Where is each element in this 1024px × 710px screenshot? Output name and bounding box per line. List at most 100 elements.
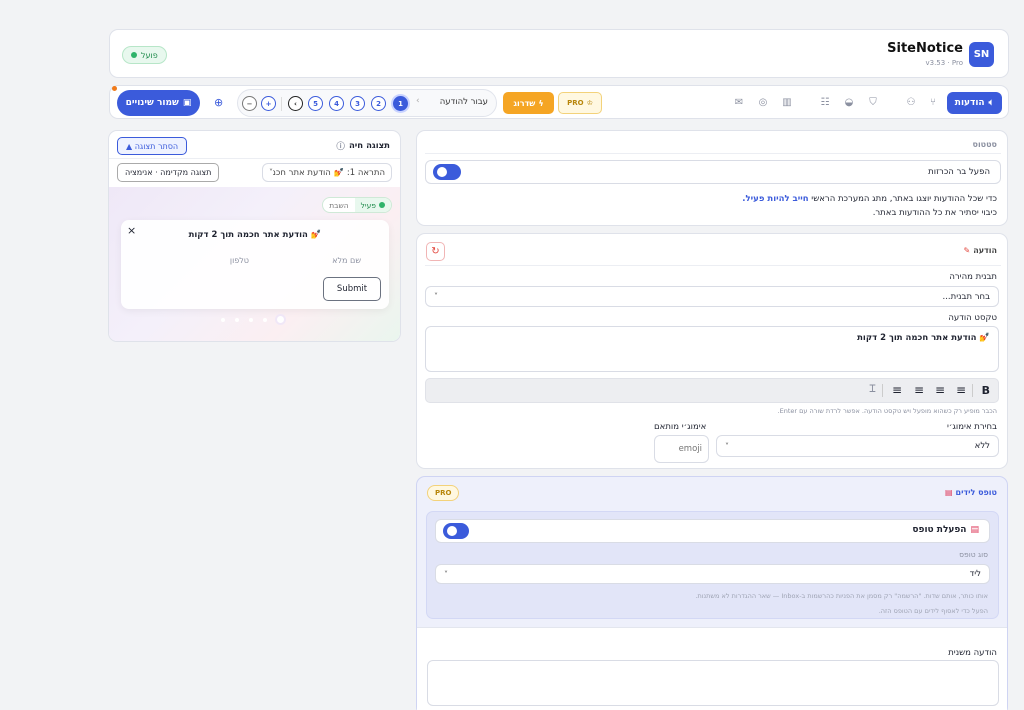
notice-text-label: טקסט הודעה (948, 313, 997, 323)
custom-emoji-input[interactable] (654, 435, 709, 463)
emoji-select[interactable]: ללא ˅ (716, 435, 999, 457)
preview-pagination (221, 316, 284, 323)
custom-emoji-label: אימוג׳י מותאם (654, 422, 707, 432)
pagination-dot[interactable] (249, 317, 253, 322)
enable-form-label-wrap: ▤ הפעלת טופס (912, 525, 979, 535)
status-description: כדי שכל ההודעות יוצגו באתר, מתג המערכת ה… (742, 194, 997, 204)
pagination-dot-active[interactable] (277, 316, 284, 323)
pro-badge[interactable]: PRO ♔ (558, 92, 602, 114)
field-phone-label[interactable]: טלפון (230, 256, 249, 265)
lead-form-title: טופס לידים ▤ (945, 488, 997, 497)
quick-template-select[interactable]: בחר תבנית... ˅ (425, 286, 999, 307)
chevron-left-icon[interactable]: ‹ (288, 96, 303, 111)
divider (109, 158, 400, 159)
step-2[interactable]: 2 (371, 96, 386, 111)
bold-button[interactable]: B (982, 384, 990, 397)
hide-preview-button[interactable]: ▲ הסתר תצוגה (117, 137, 188, 155)
toolbar: הודעות 🔈︎ ⑂ ⚇ ⛉ ◒ ☷ ▥ ◎ ✉ PRO ♔ שדרוג ϟ … (109, 85, 1009, 119)
align-right-icon[interactable]: ≡ (956, 383, 966, 397)
active-option[interactable]: פעיל (354, 198, 391, 212)
active-option-label: פעיל (360, 200, 376, 210)
preview-title-label: תצוגה חיה (348, 141, 390, 151)
clear-format-icon[interactable]: Ꮖ (869, 384, 876, 395)
alert-select[interactable]: התראה 1: 💅 הודעת אתר חכמ... ˅ (262, 163, 392, 182)
alert-select-value: התראה 1: 💅 הודעת אתר חכמ... (273, 168, 385, 177)
inbox-icon[interactable]: ✉ (732, 96, 746, 110)
status-desc-text: כדי שכל ההודעות יוצגו באתר, מתג המערכת ה… (811, 194, 997, 204)
chevron-left-icon[interactable]: ‹ (416, 96, 420, 106)
step-label: 4 (334, 99, 339, 108)
lead-form-title-label: טופס לידים (955, 488, 998, 497)
chevron-down-icon: ˅ (725, 441, 729, 451)
announcement-toggle[interactable] (433, 164, 461, 180)
enable-form-label: הפעלת טופס (912, 525, 967, 535)
field-name-label[interactable]: שם מלא (332, 256, 361, 265)
save-icon: ▣ (182, 98, 192, 108)
lead-form-inner: ▤ הפעלת טופס סוג טופס ליד ˅ אותו כותר, א… (426, 511, 999, 619)
secondary-notice-input[interactable] (427, 660, 999, 706)
quick-template-label: תבנית מהירה (949, 272, 997, 282)
emoji-select-value: ללא (974, 441, 990, 451)
step-5[interactable]: 5 (308, 96, 323, 111)
globe-icon[interactable]: ⊕ (214, 96, 223, 109)
editor-hint: הכבר מופיע רק כשהוא מופעל ויש טקסט הודעה… (777, 407, 997, 415)
plus-button[interactable]: + (261, 96, 276, 111)
animation-preview-button[interactable]: תצוגה מקדימה · אנימציה (117, 163, 220, 182)
status-dot-icon (131, 52, 137, 58)
disable-option[interactable]: השבת (323, 201, 354, 210)
form-type-select[interactable]: ליד ˅ (435, 564, 990, 584)
speaker-icon: 🔈︎ (988, 98, 994, 108)
pagination-dot[interactable] (221, 317, 225, 322)
emoji-label: בחירת אימוג׳י (946, 422, 997, 432)
step-4[interactable]: 4 (329, 96, 344, 111)
align-left-icon[interactable]: ≡ (914, 383, 924, 397)
status-title: סטטוס (972, 140, 998, 149)
app-version: v3.53 · Pro (925, 59, 963, 67)
branch-icon[interactable]: ⑂ (926, 96, 940, 110)
divider (425, 153, 1001, 154)
pagination-dot[interactable] (235, 317, 239, 322)
info-icon[interactable]: ⓘ (336, 140, 345, 152)
announcement-bar-row: הפעל בר הכרזות (425, 160, 1001, 184)
sliders-icon[interactable]: ☷ (818, 96, 832, 110)
divider (972, 384, 973, 397)
minus-button[interactable]: − (242, 96, 257, 111)
editor-toolbar: B ≡ ≡ ≡ ≡ Ꮖ (425, 378, 999, 403)
notice-card: הודעה ✎ ↻ תבנית מהירה בחר תבנית... ˅ טקס… (416, 233, 1008, 469)
notice-bar-preview: × 💅 הודעת אתר חכמה תוך 2 דקות שם מלא טלפ… (121, 220, 389, 309)
plus-label: + (265, 99, 272, 108)
shield-icon[interactable]: ⛉ (866, 96, 880, 110)
align-center-icon[interactable]: ≡ (935, 383, 945, 397)
chevron-down-icon: ˅ (434, 292, 438, 301)
save-button[interactable]: שמור שינויים ▣ (117, 90, 200, 116)
pro-label: PRO (567, 99, 584, 107)
align-justify-icon[interactable]: ≡ (892, 383, 902, 397)
form-type-label: סוג טופס (959, 550, 988, 559)
reset-icon[interactable]: ↻ (426, 242, 445, 261)
step-label: 2 (376, 99, 381, 108)
palette-icon[interactable]: ◒ (842, 96, 856, 110)
lead-pro-badge: PRO (427, 485, 460, 501)
chart-icon[interactable]: ▥ (780, 96, 794, 110)
secondary-notice-section: הודעה משנית (417, 627, 1007, 710)
divider (425, 265, 1001, 266)
pagination-dot[interactable] (263, 317, 267, 322)
step-3[interactable]: 3 (350, 96, 365, 111)
notice-text-input[interactable]: 💅 הודעת אתר חכמה תוך 2 דקות (425, 326, 999, 372)
preview-title: תצוגה חיה ⓘ (336, 140, 390, 152)
notices-label: הודעות (954, 98, 985, 108)
active-dot-icon (379, 202, 385, 208)
step-1[interactable]: 1 (393, 96, 408, 111)
upgrade-button[interactable]: שדרוג ϟ (503, 92, 554, 114)
unsaved-indicator (112, 86, 117, 91)
users-icon[interactable]: ⚇ (904, 96, 918, 110)
submit-button[interactable]: Submit (323, 277, 381, 301)
ear-icon[interactable]: ◎ (756, 96, 770, 110)
notices-button[interactable]: הודעות 🔈︎ (946, 92, 1002, 114)
pencil-icon: ✎ (963, 246, 971, 255)
status-card: סטטוס הפעל בר הכרזות כדי שכל ההודעות יוצ… (416, 130, 1008, 226)
clipboard-icon: ▤ (944, 488, 953, 497)
form-enable-note: הפעל כדי לאסוף לידים עם הטופס הזה. (878, 607, 988, 615)
enable-form-toggle[interactable] (443, 523, 469, 539)
goto-label: עבור להודעה (439, 97, 488, 107)
